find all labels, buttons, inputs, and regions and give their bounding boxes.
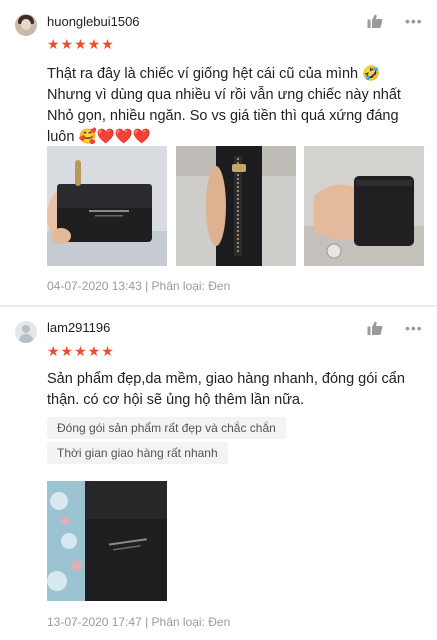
review-meta: 13-07-2020 17:47 | Phân loại: Đen <box>47 615 231 629</box>
variation-label: Phân loại: Đen <box>151 615 231 629</box>
variation-label: Phân loại: Đen <box>151 279 231 293</box>
review-card: lam291196 ••• ★★★★★ Sản phẩm đẹp,da mềm,… <box>0 307 437 640</box>
review-username[interactable]: huonglebui1506 <box>47 14 140 29</box>
more-dots-icon[interactable]: ••• <box>405 13 423 29</box>
user-avatar[interactable] <box>15 14 37 36</box>
review-meta: 04-07-2020 13:43 | Phân loại: Đen <box>47 279 231 293</box>
rating-stars: ★★★★★ <box>47 36 115 52</box>
rating-stars: ★★★★★ <box>47 343 115 359</box>
review-photo[interactable] <box>304 146 424 266</box>
user-avatar[interactable] <box>15 321 37 343</box>
review-tag: Đóng gói sản phẩm rất đẹp và chắc chắn <box>47 417 286 439</box>
more-dots-icon[interactable]: ••• <box>405 320 423 336</box>
review-photo[interactable] <box>47 146 167 266</box>
review-tag: Thời gian giao hàng rất nhanh <box>47 442 228 464</box>
review-photo[interactable] <box>47 481 167 601</box>
review-text: Sản phẩm đẹp,da mềm, giao hàng nhanh, đó… <box>47 371 405 408</box>
thumbs-up-icon[interactable] <box>367 320 383 336</box>
thumbs-up-icon[interactable] <box>367 13 383 29</box>
review-card: huonglebui1506 ••• ★★★★★ Thật ra đây là … <box>0 0 437 306</box>
review-date: 13-07-2020 17:47 <box>47 615 142 629</box>
review-text: Thật ra đây là chiếc ví giống hệt cái cũ… <box>47 66 401 145</box>
review-date: 04-07-2020 13:43 <box>47 279 142 293</box>
review-username[interactable]: lam291196 <box>47 320 110 335</box>
review-photo[interactable] <box>176 146 296 266</box>
